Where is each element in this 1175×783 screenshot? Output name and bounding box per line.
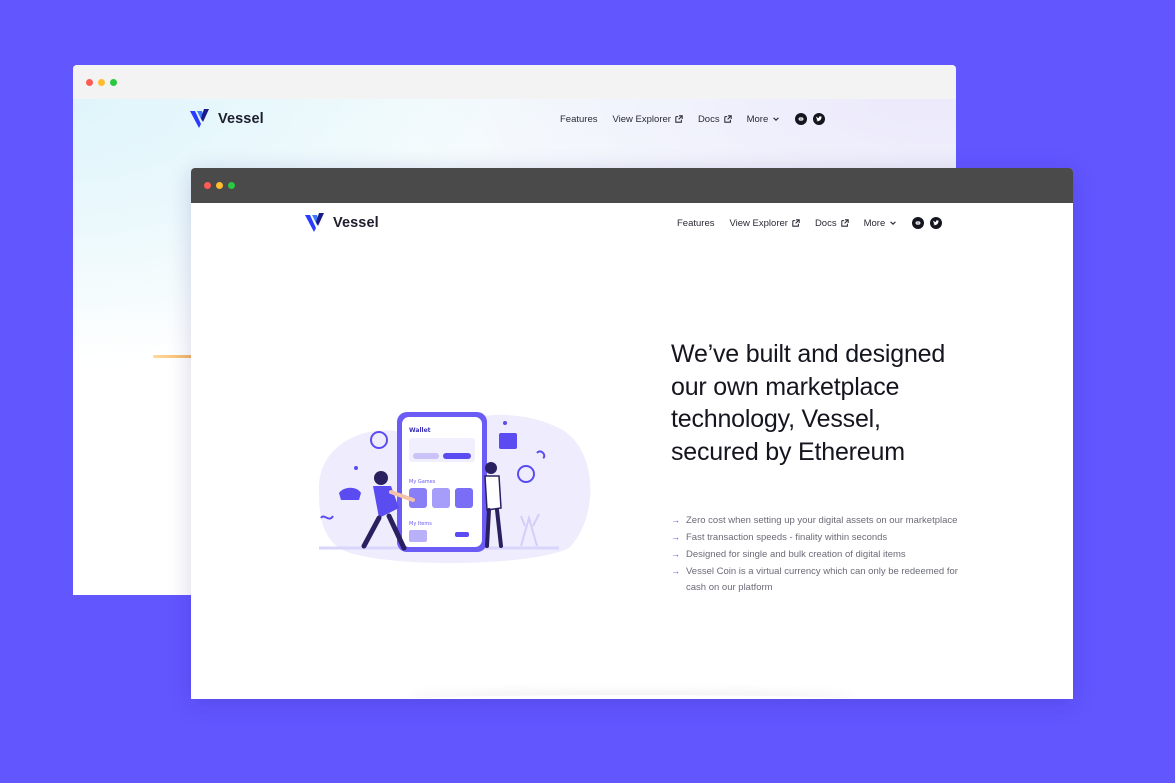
chevron-down-icon (773, 117, 780, 121)
brand-name: Vessel (333, 215, 379, 231)
phone-my-games-label: My Games (409, 479, 436, 485)
feature-list-item: → Zero cost when setting up your digital … (671, 513, 961, 529)
main-nav: Features View Explorer Docs More (677, 217, 943, 229)
feature-list: → Zero cost when setting up your digital … (671, 513, 961, 597)
feature-text: Designed for single and bulk creation of… (686, 549, 906, 560)
nav-more-label: More (746, 113, 769, 125)
social-links (912, 217, 943, 229)
nav-explorer-link[interactable]: View Explorer (730, 218, 800, 229)
feature-text: Fast transaction speeds - finality withi… (686, 532, 888, 543)
feature-list-item: → Designed for single and bulk creation o… (671, 547, 961, 563)
feature-text: Zero cost when setting up your digital a… (686, 515, 958, 526)
main-nav: Features View Explorer Docs More (560, 113, 826, 125)
nav-docs-label: Docs (697, 113, 720, 125)
brand-name: Vessel (218, 111, 264, 127)
feature-list-item: → Fast transaction speeds - finality with… (671, 530, 961, 546)
close-window-button[interactable] (86, 79, 93, 86)
external-link-icon (840, 219, 849, 227)
external-link-icon (675, 115, 683, 123)
arrow-right-icon: → (671, 566, 680, 576)
vessel-logo-icon (190, 109, 209, 128)
arrow-right-icon: → (671, 515, 680, 525)
foreground-browser-window: Vessel Features View Explorer Docs More … (191, 168, 1073, 699)
twitter-icon[interactable] (930, 217, 943, 229)
hero-heading: We’ve built and designed our own marketp… (671, 340, 946, 466)
close-window-button[interactable] (204, 182, 211, 189)
external-link-icon (792, 219, 800, 227)
browser-titlebar (191, 168, 1073, 203)
nav-features-link[interactable]: Features (677, 218, 715, 229)
nav-more-dropdown[interactable]: More (747, 114, 781, 125)
twitter-icon[interactable] (813, 113, 826, 125)
external-link-icon (723, 115, 732, 123)
vessel-logo-icon (305, 213, 324, 232)
window-controls (86, 79, 117, 86)
window-controls (204, 182, 235, 189)
maximize-window-button[interactable] (110, 79, 117, 86)
wallet-app-illustration: Wallet My Games My Items (319, 412, 591, 563)
nav-docs-link[interactable]: Docs (815, 218, 849, 229)
nav-more-label: More (863, 217, 886, 229)
nav-features-label: Features (560, 113, 598, 125)
foreground-page: Vessel Features View Explorer Docs More … (191, 203, 1073, 699)
minimize-window-button[interactable] (216, 182, 223, 189)
brand-logo-link[interactable]: Vessel (305, 213, 379, 233)
arrow-right-icon: → (671, 549, 680, 559)
minimize-window-button[interactable] (98, 79, 105, 86)
nav-explorer-label: View Explorer (729, 217, 788, 229)
phone-my-items-label: My Items (409, 521, 432, 527)
maximize-window-button[interactable] (228, 182, 235, 189)
feature-text: Vessel Coin is a virtual currency which … (686, 566, 958, 593)
feature-list-item: → Vessel Coin is a virtual currency which… (671, 564, 961, 595)
chevron-down-icon (890, 221, 897, 225)
section-divider-shadow (406, 695, 856, 699)
social-links (795, 113, 826, 125)
discord-icon[interactable] (795, 113, 808, 125)
nav-more-dropdown[interactable]: More (864, 218, 898, 229)
nav-docs-label: Docs (814, 217, 837, 229)
decorative-accent-line (153, 355, 193, 358)
arrow-right-icon: → (671, 532, 680, 542)
nav-explorer-label: View Explorer (612, 113, 671, 125)
nav-docs-link[interactable]: Docs (698, 114, 732, 125)
nav-features-link[interactable]: Features (560, 114, 598, 125)
phone-wallet-title: Wallet (409, 427, 431, 434)
brand-logo-link[interactable]: Vessel (190, 109, 264, 129)
discord-icon[interactable] (912, 217, 925, 229)
nav-explorer-link[interactable]: View Explorer (613, 114, 683, 125)
nav-features-label: Features (677, 217, 715, 229)
browser-titlebar (73, 65, 956, 99)
